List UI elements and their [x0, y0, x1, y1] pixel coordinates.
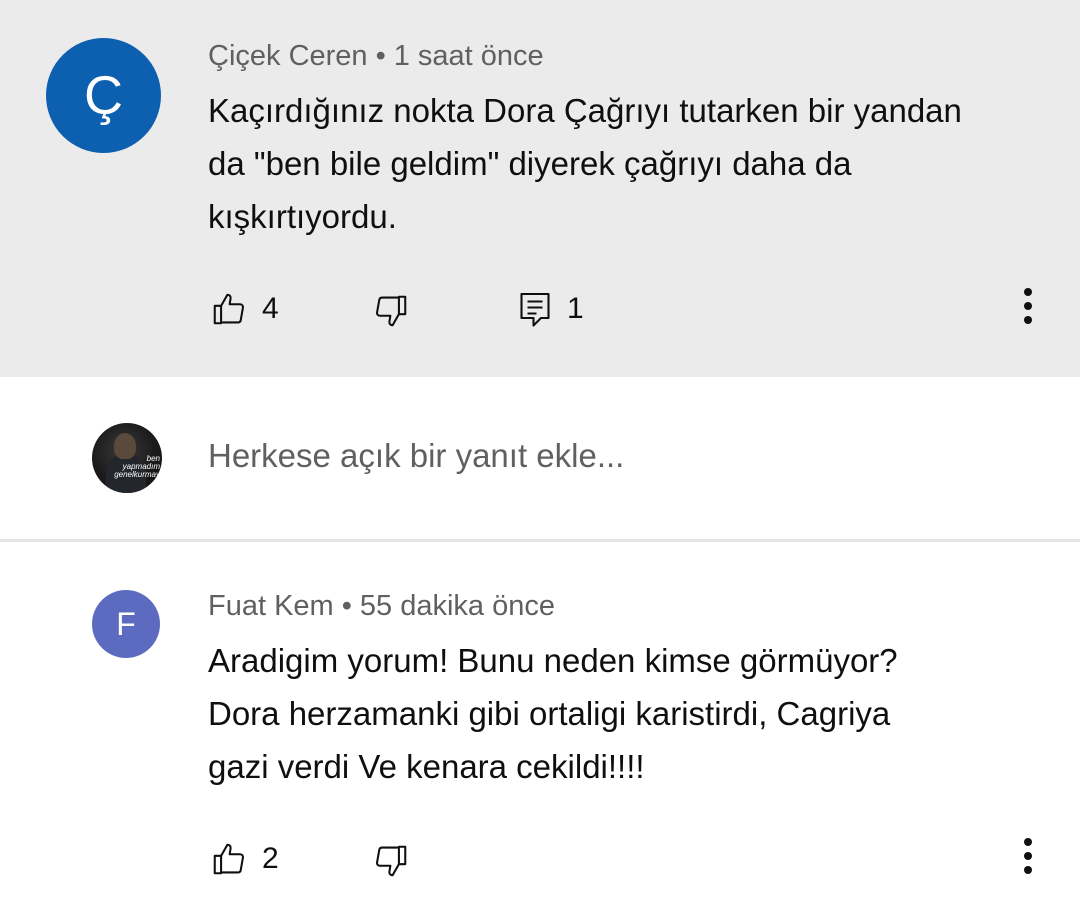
more-vertical-icon	[1023, 837, 1033, 880]
meta-separator: •	[341, 590, 352, 622]
comment-text: Aradigim yorum! Bunu neden kimse görmüyo…	[208, 634, 1048, 793]
reply-count: 1	[567, 292, 584, 325]
comment-meta: Çiçek Ceren • 1 saat önce	[208, 40, 544, 73]
reply-button[interactable]: 1	[517, 289, 584, 329]
thumbs-down-icon	[372, 842, 410, 880]
like-count: 2	[262, 842, 279, 875]
avatar-letter: Ç	[84, 65, 123, 126]
like-button[interactable]: 2	[210, 840, 279, 878]
comment-avatar[interactable]: Ç	[46, 38, 161, 153]
comment-line: Dora herzamanki gibi ortaligi karistirdi…	[208, 695, 891, 732]
comment-text: Kaçırdığınız nokta Dora Çağrıyı tutarken…	[208, 84, 1048, 243]
dislike-button[interactable]	[372, 842, 410, 880]
comment-meta: Fuat Kem • 55 dakika önce	[208, 590, 555, 623]
like-button[interactable]: 4	[210, 290, 279, 328]
more-options-button[interactable]	[1008, 278, 1048, 338]
comment-author[interactable]: Çiçek Ceren	[208, 40, 368, 72]
thumbs-up-icon	[210, 840, 248, 878]
comment-line: kışkırtıyordu.	[208, 198, 397, 235]
like-count: 4	[262, 292, 279, 325]
user-avatar: ben yapmadım genelkurmay	[92, 423, 162, 493]
comment-line: Aradigim yorum! Bunu neden kimse görmüyo…	[208, 642, 898, 679]
comment-line: gazi verdi Ve kenara cekildi!!!!	[208, 748, 645, 785]
divider	[0, 539, 1080, 542]
comment-line: da "ben bile geldim" diyerek çağrıyı dah…	[208, 145, 852, 182]
comment-author[interactable]: Fuat Kem	[208, 590, 334, 622]
avatar-letter: F	[116, 605, 136, 642]
comment-icon	[517, 289, 553, 329]
more-options-button[interactable]	[1008, 828, 1048, 888]
comment-time: 55 dakika önce	[359, 590, 555, 622]
avatar-caption: ben yapmadım genelkurmay	[114, 455, 160, 479]
comment-avatar[interactable]: F	[92, 590, 160, 658]
comment-time: 1 saat önce	[393, 40, 544, 72]
thumbs-down-icon	[372, 292, 410, 330]
comment-line: Kaçırdığınız nokta Dora Çağrıyı tutarken…	[208, 92, 962, 129]
dislike-button[interactable]	[372, 292, 410, 330]
avatar-caption-line: genelkurmay	[114, 470, 160, 479]
reply-input[interactable]: Herkese açık bir yanıt ekle...	[208, 437, 624, 475]
meta-separator: •	[375, 40, 386, 72]
thumbs-up-icon	[210, 290, 248, 328]
more-vertical-icon	[1023, 287, 1033, 330]
